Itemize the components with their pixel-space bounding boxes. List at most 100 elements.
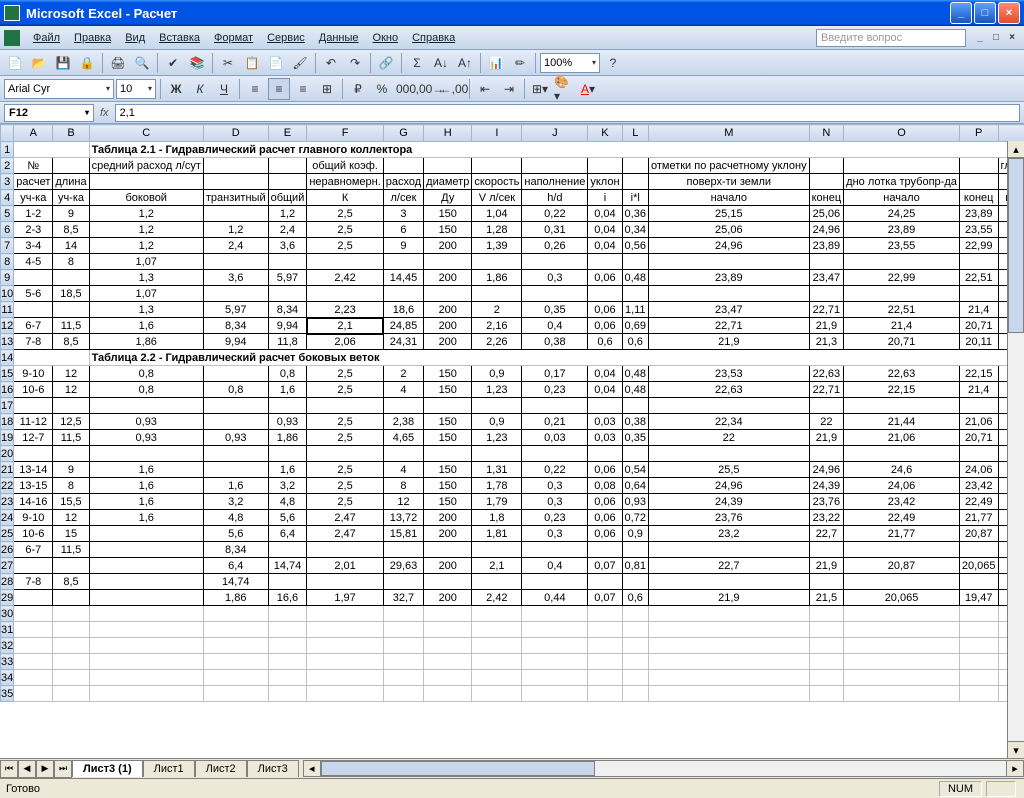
grid-cell[interactable]: 22,71 (648, 318, 809, 334)
bold-button[interactable]: Ж (165, 78, 187, 100)
grid-cell[interactable]: 0,06 (588, 302, 622, 318)
row-header[interactable]: 14 (1, 350, 14, 366)
grid-cell[interactable] (89, 558, 203, 574)
grid-cell[interactable]: 23,89 (809, 238, 844, 254)
grid-cell[interactable] (268, 254, 307, 270)
grid-cell[interactable]: 200 (424, 510, 472, 526)
grid-cell[interactable]: 9-10 (14, 510, 53, 526)
grid-cell[interactable]: 21,5 (809, 590, 844, 606)
grid-cell[interactable]: 23,53 (648, 366, 809, 382)
print-button[interactable]: 🖨 (107, 52, 129, 74)
grid-cell[interactable]: 0,35 (622, 430, 648, 446)
header-cell[interactable]: i (588, 190, 622, 206)
header-cell[interactable]: начало (844, 190, 960, 206)
grid-cell[interactable] (14, 398, 53, 414)
grid-cell[interactable] (472, 622, 522, 638)
grid-cell[interactable]: 2,47 (307, 510, 383, 526)
grid-cell[interactable] (648, 542, 809, 558)
menu-view[interactable]: Вид (118, 32, 152, 44)
doc-minimize-button[interactable]: _ (972, 31, 988, 45)
cut-button[interactable]: ✂ (217, 52, 239, 74)
grid-cell[interactable] (89, 638, 203, 654)
row-header[interactable]: 17 (1, 398, 14, 414)
grid-cell[interactable]: 4,65 (383, 430, 423, 446)
grid-cell[interactable]: 1,3 (89, 302, 203, 318)
fill-color-button[interactable]: 🎨▾ (553, 78, 575, 100)
header-cell[interactable]: транзитный (203, 190, 268, 206)
grid-cell[interactable]: 1,07 (89, 254, 203, 270)
menu-file[interactable]: Файл (26, 32, 67, 44)
grid-cell[interactable]: 0,8 (268, 366, 307, 382)
grid-cell[interactable]: 24,96 (648, 238, 809, 254)
grid-cell[interactable] (53, 590, 89, 606)
row-header[interactable]: 6 (1, 222, 14, 238)
grid-cell[interactable]: 0,03 (588, 414, 622, 430)
row-header[interactable]: 20 (1, 446, 14, 462)
grid-cell[interactable] (844, 654, 960, 670)
grid-cell[interactable] (522, 670, 588, 686)
grid-cell[interactable]: 6 (383, 222, 423, 238)
row-header[interactable]: 9 (1, 270, 14, 286)
grid-cell[interactable] (622, 654, 648, 670)
header-cell[interactable]: Ду (424, 190, 472, 206)
grid-cell[interactable] (14, 270, 53, 286)
header-cell[interactable] (472, 158, 522, 174)
col-header[interactable]: A (14, 125, 53, 142)
borders-button[interactable]: ⊞▾ (529, 78, 551, 100)
row-header[interactable]: 29 (1, 590, 14, 606)
grid-cell[interactable] (307, 606, 383, 622)
header-cell[interactable]: дно лотка трубопр-да (844, 174, 960, 190)
grid-cell[interactable]: 14,74 (268, 558, 307, 574)
grid-cell[interactable] (89, 398, 203, 414)
grid-cell[interactable]: 11,5 (53, 318, 89, 334)
grid-cell[interactable]: 2,5 (307, 222, 383, 238)
grid-cell[interactable]: 2,5 (307, 494, 383, 510)
menu-format[interactable]: Формат (207, 32, 260, 44)
grid-cell[interactable] (383, 670, 423, 686)
grid-cell[interactable] (203, 414, 268, 430)
horizontal-scrollbar[interactable]: ◂ ▸ (303, 760, 1024, 777)
inc-indent-button[interactable]: ⇥ (498, 78, 520, 100)
grid-cell[interactable] (844, 606, 960, 622)
grid-cell[interactable]: 9-10 (14, 366, 53, 382)
grid-cell[interactable] (844, 254, 960, 270)
align-left-button[interactable]: ≡ (244, 78, 266, 100)
grid-cell[interactable]: 0,54 (622, 462, 648, 478)
grid-cell[interactable]: 0,23 (522, 510, 588, 526)
header-cell[interactable]: i*l (622, 190, 648, 206)
grid-cell[interactable] (588, 446, 622, 462)
grid-cell[interactable]: 20,87 (844, 558, 960, 574)
grid-cell[interactable] (53, 398, 89, 414)
grid-cell[interactable]: 0,03 (522, 430, 588, 446)
grid-cell[interactable]: 12,5 (53, 414, 89, 430)
header-cell[interactable] (203, 158, 268, 174)
grid-cell[interactable] (588, 606, 622, 622)
col-header[interactable]: Q (998, 125, 1024, 142)
preview-button[interactable]: 🔍 (131, 52, 153, 74)
header-cell[interactable]: отметки по расчетному уклону (648, 158, 809, 174)
grid-cell[interactable]: 21,9 (809, 430, 844, 446)
grid-cell[interactable]: 1,6 (89, 462, 203, 478)
grid-cell[interactable] (53, 606, 89, 622)
col-header[interactable]: P (959, 125, 998, 142)
grid-cell[interactable] (522, 286, 588, 302)
grid-cell[interactable]: 24,06 (844, 478, 960, 494)
grid-cell[interactable]: 0,93 (203, 430, 268, 446)
grid-cell[interactable] (268, 542, 307, 558)
grid-cell[interactable] (622, 446, 648, 462)
grid-cell[interactable]: 1,79 (472, 494, 522, 510)
header-cell[interactable]: расход (383, 174, 423, 190)
grid-cell[interactable]: 1,07 (89, 286, 203, 302)
grid-cell[interactable]: 4 (383, 382, 423, 398)
grid-cell[interactable]: 22,51 (844, 302, 960, 318)
grid-cell[interactable]: 2,5 (307, 366, 383, 382)
grid-cell[interactable]: 3,2 (203, 494, 268, 510)
menu-help[interactable]: Справка (405, 32, 462, 44)
grid-cell[interactable]: 0,3 (522, 526, 588, 542)
grid-cell[interactable]: 20,87 (959, 526, 998, 542)
grid-cell[interactable] (622, 574, 648, 590)
grid-cell[interactable]: 22,63 (809, 366, 844, 382)
col-header[interactable]: O (844, 125, 960, 142)
grid-cell[interactable] (203, 206, 268, 222)
grid-cell[interactable]: 200 (424, 318, 472, 334)
